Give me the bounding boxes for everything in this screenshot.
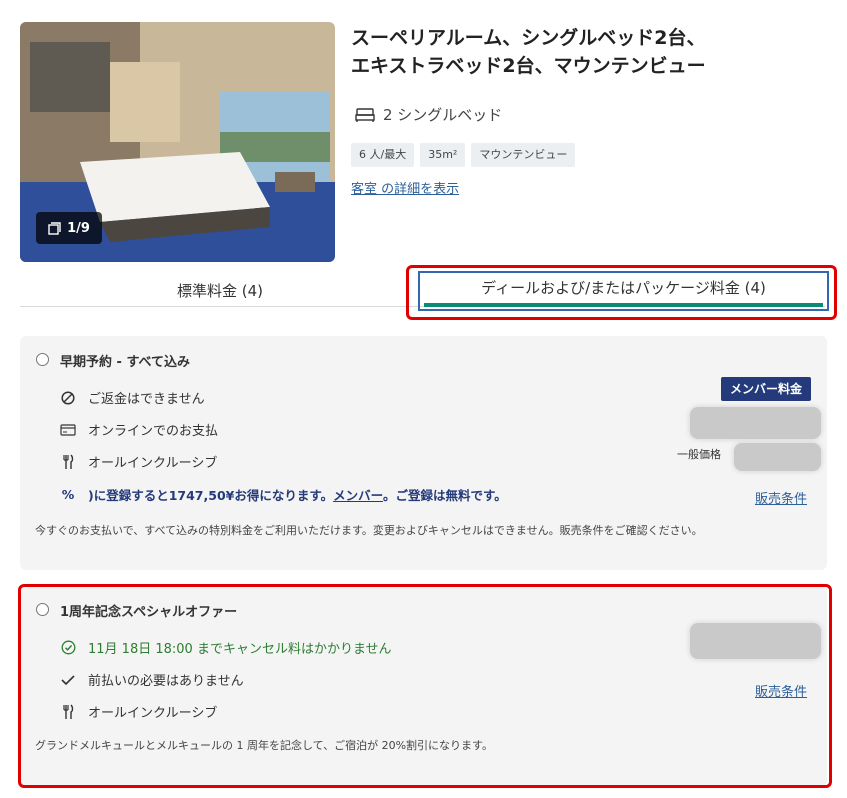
check-icon [61, 674, 75, 685]
percent-icon: % [61, 487, 75, 502]
rate1-name: 早期予約 - すべて込み [60, 355, 191, 370]
credit-card-icon [60, 423, 76, 436]
room-photo[interactable]: 1/9 [20, 22, 335, 262]
member-rate-badge: メンバー料金 [721, 377, 811, 401]
room-chips: 6 人/最大 35m² マウンテンビュー [351, 143, 576, 167]
rate1-general-price-hidden [734, 443, 821, 471]
rate2-terms-link[interactable]: 販売条件 [755, 681, 807, 700]
rate1-member-promo: % )に登録すると1747,50¥お得になります。メンバー。ご登録は無料です。 [61, 487, 507, 503]
rate2-feature-no-prepay: 前払いの必要はありません [60, 670, 244, 689]
bed-text: 2 シングルベッド [383, 106, 503, 124]
rate2-radio[interactable] [36, 603, 49, 616]
rate2-name: 1周年記念スペシャルオファー [60, 605, 238, 620]
no-refund-icon [61, 390, 75, 405]
room-title: スーペリアルーム、シングルベッド2台、 エキストラベッド2台、マウンテンビュー [351, 24, 821, 80]
rate1-feature-all-inclusive: オールインクルーシブ [60, 452, 217, 471]
tab-deals-packages[interactable]: ディールおよび/またはパッケージ料金 (4) [418, 271, 829, 311]
tab-deals-label: ディールおよび/またはパッケージ料金 (4) [481, 279, 766, 297]
chip-occupancy: 6 人/最大 [351, 143, 415, 167]
room-details-link[interactable]: 客室 の詳細を表示 [351, 178, 459, 197]
photo-counter-text: 1/9 [67, 220, 90, 236]
bed-info: 2 シングルベッド [355, 104, 502, 125]
rate2-feature-all-inclusive: オールインクルーシブ [60, 702, 217, 721]
bed-icon [355, 107, 375, 122]
room-title-line2: エキストラベッド2台、マウンテンビュー [351, 55, 706, 77]
rate1-note: 今すぐのお支払いで、すべて込みの特別料金をご利用いただけます。変更およびキャンセ… [35, 524, 703, 537]
rate1-member-price-hidden [690, 407, 821, 439]
rate-card-early-booking: 早期予約 - すべて込み ご返金はできません オンラインでのお支払 オールインク… [20, 336, 827, 570]
room-title-line1: スーペリアルーム、シングルベッド2台、 [351, 27, 706, 49]
rate2-feature-free-cancel: 11月 18日 18:00 までキャンセル料はかかりません [60, 638, 392, 657]
chip-size: 35m² [420, 143, 466, 167]
general-price-label: 一般価格 [677, 448, 721, 461]
cutlery-icon [63, 454, 74, 469]
rate1-radio[interactable] [36, 353, 49, 366]
tab-active-underline [424, 303, 823, 307]
rate1-terms-link[interactable]: 販売条件 [755, 488, 807, 507]
photo-counter[interactable]: 1/9 [36, 212, 102, 244]
rate2-note: グランドメルキュールとメルキュールの 1 周年を記念して、ご宿泊が 20%割引に… [35, 739, 493, 752]
check-circle-icon [61, 640, 75, 655]
chip-view: マウンテンビュー [471, 143, 576, 167]
tab-standard-rates[interactable]: 標準料金 (4) [120, 280, 320, 301]
rate-card-anniversary: 1周年記念スペシャルオファー 11月 18日 18:00 までキャンセル料はかか… [20, 586, 827, 786]
rate1-feature-no-refund: ご返金はできません [60, 388, 205, 407]
rate2-price-hidden [690, 623, 821, 659]
gallery-icon [48, 221, 61, 235]
cutlery-icon [63, 704, 74, 719]
member-link[interactable]: メンバー [333, 488, 383, 503]
rate1-feature-online-payment: オンラインでのお支払 [60, 420, 218, 439]
